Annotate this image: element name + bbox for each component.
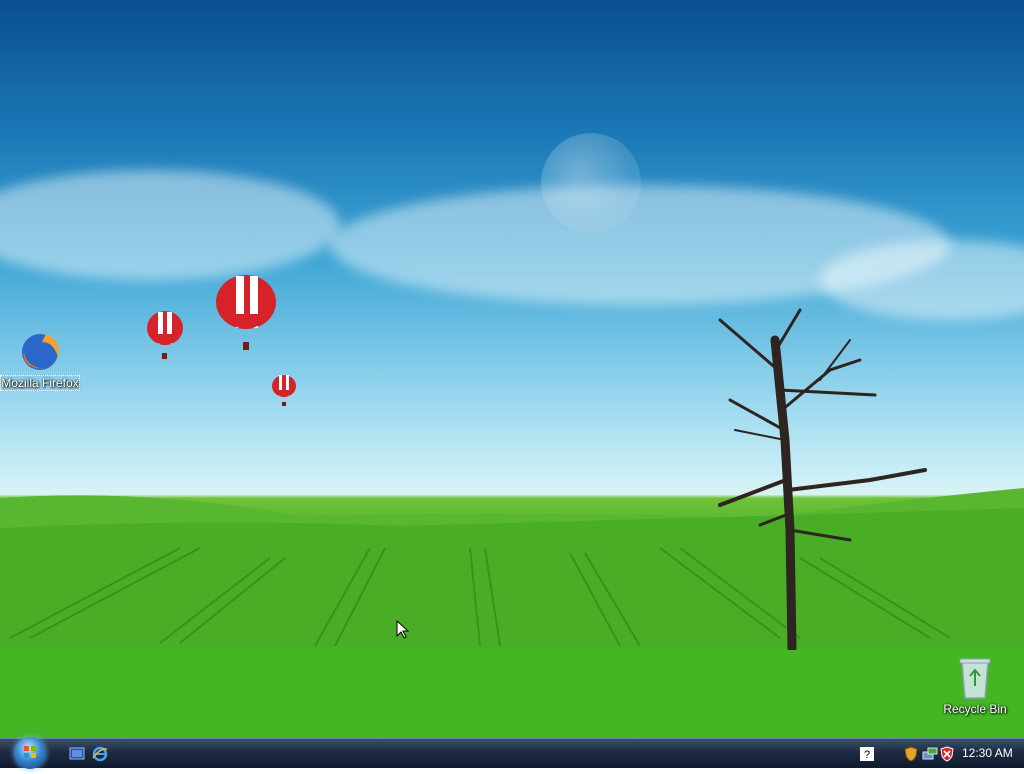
hot-air-balloon-small (272, 375, 296, 406)
taskbar: ? 12:30 AM (0, 737, 1024, 769)
cloud (0, 170, 340, 280)
svg-text:?: ? (864, 749, 870, 761)
quick-launch-show-desktop[interactable] (69, 746, 85, 762)
start-orb-icon (24, 746, 36, 758)
hot-air-balloon-medium (147, 311, 183, 359)
security-shield-icon[interactable] (904, 746, 918, 762)
desktop-icon-recycle-bin[interactable]: Recycle Bin (935, 656, 1015, 717)
recycle-bin-icon (959, 658, 991, 699)
help-icon[interactable]: ? (860, 747, 874, 761)
show-desktop-icon (69, 747, 85, 760)
start-button[interactable] (14, 737, 46, 769)
desktop-wallpaper: Mozilla Firefox Recycle Bin (0, 0, 1024, 738)
desktop-icon-label: Recycle Bin (943, 702, 1007, 716)
firefox-icon (22, 334, 59, 370)
moon (541, 133, 641, 233)
bare-tree (718, 308, 927, 650)
security-alert-icon[interactable] (940, 746, 954, 762)
desktop-icon-label: Mozilla Firefox (0, 375, 80, 391)
mouse-pointer-icon (396, 620, 410, 639)
desktop-icon-firefox[interactable]: Mozilla Firefox (0, 330, 80, 391)
internet-explorer-icon (92, 746, 108, 762)
system-tray: ? (858, 739, 958, 769)
network-icon[interactable] (922, 746, 938, 762)
taskbar-clock[interactable]: 12:30 AM (962, 746, 1013, 760)
quick-launch-internet-explorer[interactable] (92, 746, 108, 762)
hot-air-balloon-large (216, 275, 276, 350)
